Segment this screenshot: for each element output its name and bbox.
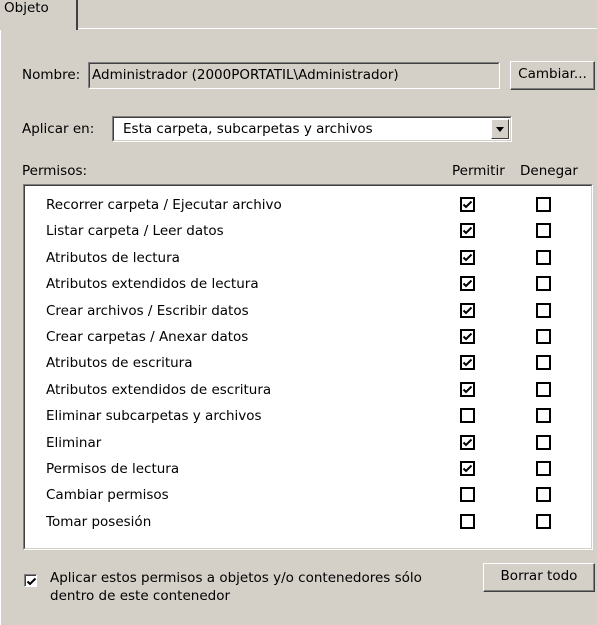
permission-name: Atributos extendidos de escritura [46, 381, 272, 398]
permission-name: Permisos de lectura [46, 461, 180, 477]
permission-name: Crear carpetas / Anexar datos [46, 329, 249, 345]
deny-checkbox[interactable] [536, 223, 551, 239]
deny-checkbox[interactable] [536, 302, 551, 318]
checkmark-icon [462, 227, 473, 235]
permission-row: Listar carpeta / Leer datos [24, 219, 592, 241]
apply-label: Aplicar en: [22, 121, 95, 137]
name-value: Administrador (2000PORTATIL\Administrado… [92, 67, 399, 83]
deny-checkbox[interactable] [536, 434, 551, 450]
change-button-label: Cambiar... [518, 66, 587, 82]
checkmark-icon [462, 332, 473, 341]
apply-dropdown[interactable]: Esta carpeta, subcarpetas y archivos [112, 116, 512, 142]
permission-row: Crear carpetas / Anexar datos [24, 325, 592, 347]
deny-checkbox[interactable] [536, 381, 551, 397]
allow-checkbox[interactable] [460, 276, 475, 292]
allow-column-header: Permitir [452, 163, 505, 179]
tab-objeto[interactable]: Objeto [2, 0, 78, 30]
permission-row: Eliminar subcarpetas y archivos [24, 404, 592, 426]
deny-checkbox[interactable] [536, 197, 551, 212]
checkmark-icon [462, 438, 473, 447]
permission-row: Eliminar [24, 431, 592, 453]
allow-checkbox[interactable] [460, 249, 475, 265]
deny-checkbox[interactable] [536, 276, 551, 292]
name-field: Administrador (2000PORTATIL\Administrado… [88, 62, 500, 89]
deny-checkbox[interactable] [536, 408, 551, 424]
checkmark-icon [462, 200, 473, 209]
tab-divider [78, 28, 597, 29]
permission-name: Listar carpeta / Leer datos [46, 223, 224, 240]
allow-checkbox[interactable] [460, 461, 475, 476]
apply-only-container-label: Aplicar estos permisos a objetos y/o con… [50, 570, 422, 604]
checkmark-icon [462, 464, 473, 473]
checkmark-icon [462, 385, 473, 394]
allow-checkbox[interactable] [460, 487, 475, 503]
permission-name: Crear archivos / Escribir datos [46, 302, 249, 319]
allow-checkbox[interactable] [460, 197, 475, 212]
deny-checkbox[interactable] [536, 355, 551, 371]
allow-checkbox[interactable] [460, 408, 475, 424]
tab-strip: Objeto [0, 0, 597, 30]
panel-edge [0, 30, 1, 625]
allow-checkbox[interactable] [460, 434, 475, 450]
permission-row: Permisos de lectura [24, 457, 592, 479]
checkmark-icon [26, 577, 37, 586]
permission-row: Tomar posesión [24, 510, 592, 532]
chevron-down-icon[interactable] [491, 119, 509, 139]
permission-name: Atributos de escritura [46, 355, 193, 372]
tab-objeto-label: Objeto [4, 0, 49, 16]
checkmark-icon [462, 359, 473, 367]
permission-name: Eliminar subcarpetas y archivos [46, 408, 262, 425]
allow-checkbox[interactable] [460, 223, 475, 239]
permission-name: Recorrer carpeta / Ejecutar archivo [46, 197, 282, 213]
name-label: Nombre: [22, 67, 81, 83]
deny-checkbox[interactable] [536, 487, 551, 503]
deny-checkbox[interactable] [536, 329, 551, 344]
permission-name: Tomar posesión [46, 513, 152, 530]
permissions-label: Permisos: [22, 163, 88, 179]
permission-name: Atributos extendidos de lectura [46, 276, 259, 293]
permission-name: Cambiar permisos [46, 487, 169, 504]
deny-checkbox[interactable] [536, 249, 551, 265]
permission-row: Cambiar permisos [24, 483, 592, 505]
checkmark-icon [462, 253, 473, 262]
allow-checkbox[interactable] [460, 302, 475, 318]
checkmark-icon [462, 279, 473, 288]
permission-row: Atributos de escritura [24, 351, 592, 373]
allow-checkbox[interactable] [460, 329, 475, 344]
permission-row: Atributos extendidos de lectura [24, 272, 592, 294]
permission-row: Recorrer carpeta / Ejecutar archivo [24, 193, 592, 215]
permission-name: Atributos de lectura [46, 249, 180, 266]
clear-all-button[interactable]: Borrar todo [483, 563, 595, 592]
allow-checkbox[interactable] [460, 381, 475, 397]
apply-dropdown-value: Esta carpeta, subcarpetas y archivos [123, 121, 373, 137]
deny-checkbox[interactable] [536, 513, 551, 529]
permission-row: Atributos extendidos de escritura [24, 378, 592, 400]
allow-checkbox[interactable] [460, 513, 475, 529]
change-button[interactable]: Cambiar... [510, 61, 595, 90]
clear-all-button-label: Borrar todo [500, 568, 578, 584]
apply-only-container-checkbox[interactable] [24, 574, 37, 587]
permission-row: Crear archivos / Escribir datos [24, 299, 592, 321]
deny-column-header: Denegar [520, 163, 578, 179]
permission-name: Eliminar [46, 434, 102, 451]
checkmark-icon [462, 306, 473, 315]
deny-checkbox[interactable] [536, 461, 551, 476]
permission-row: Atributos de lectura [24, 246, 592, 268]
permissions-list: Recorrer carpeta / Ejecutar archivo Lista… [23, 184, 593, 550]
allow-checkbox[interactable] [460, 355, 475, 371]
